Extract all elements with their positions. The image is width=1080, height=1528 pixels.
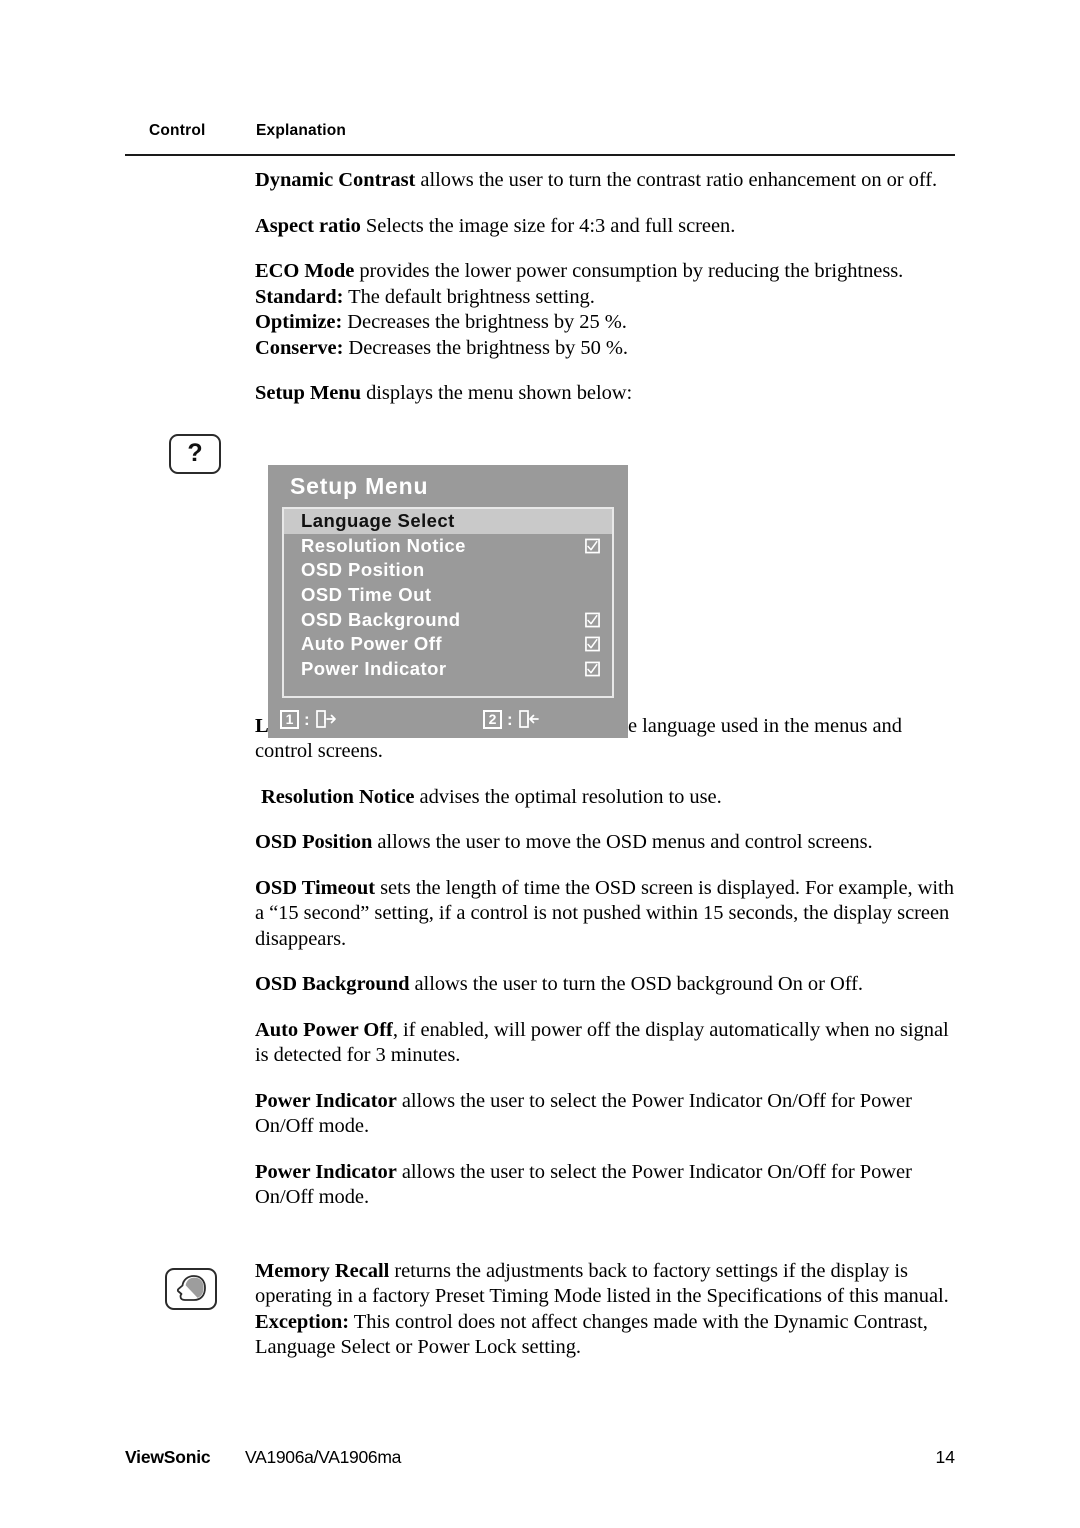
osd-title: Setup Menu bbox=[290, 473, 429, 499]
paragraph-osd-timeout: OSD Timeout sets the length of time the … bbox=[255, 876, 955, 953]
osd-footer-hint: 2: bbox=[483, 706, 540, 732]
memory-head-icon bbox=[165, 1268, 217, 1310]
body-eco-optimize: Decreases the brightness by 25 %. bbox=[342, 311, 627, 333]
document-page: Control Explanation ? Dynamic Contrast a… bbox=[0, 0, 1080, 1528]
lead-eco-conserve: Conserve: bbox=[255, 336, 344, 359]
page-footer: ViewSonic VA1906a/VA1906ma 14 bbox=[125, 1447, 955, 1473]
body-eco-conserve: Decreases the brightness by 50 %. bbox=[343, 336, 629, 359]
paragraph-power-indicator-2: Power Indicator allows the user to selec… bbox=[255, 1160, 955, 1211]
body-dynamic-contrast: allows the user to turn the contrast rat… bbox=[415, 169, 938, 191]
lead-power-indicator-2: Power Indicator bbox=[255, 1160, 397, 1183]
body-memory-exception: This control does not affect changes mad… bbox=[255, 1310, 928, 1359]
lead-memory-exception: Exception: bbox=[255, 1310, 350, 1333]
paragraph-auto-power-off: Auto Power Off, if enabled, will power o… bbox=[255, 1018, 955, 1069]
osd-footer-hint: 1: bbox=[280, 706, 337, 732]
paragraph-dynamic-contrast: Dynamic Contrast allows the user to turn… bbox=[255, 168, 955, 194]
lead-setup-menu: Setup Menu bbox=[255, 382, 362, 404]
lead-memory-recall: Memory Recall bbox=[255, 1259, 390, 1282]
checkbox-checked-icon[interactable] bbox=[585, 661, 600, 677]
checkbox-checked-icon[interactable] bbox=[585, 636, 600, 652]
osd-menu-item[interactable]: Resolution Notice bbox=[284, 534, 612, 559]
paragraph-eco-mode: ECO Mode provides the lower power consum… bbox=[255, 259, 955, 285]
osd-menu-item-label: OSD Background bbox=[301, 608, 461, 630]
body-osd-position: allows the user to move the OSD menus an… bbox=[372, 831, 873, 853]
osd-menu-item[interactable]: Language Select bbox=[284, 509, 612, 534]
osd-setup-menu-graphic: Setup Menu Language Select Resolution Not… bbox=[268, 465, 628, 738]
footer-model: VA1906a/VA1906ma bbox=[245, 1447, 402, 1467]
paragraph-aspect-ratio: Aspect ratio Selects the image size for … bbox=[255, 214, 955, 240]
osd-key-badge[interactable]: 1 bbox=[280, 709, 299, 729]
paragraph-memory-recall: Memory Recall returns the adjustments ba… bbox=[255, 1259, 955, 1310]
checkbox-checked-icon[interactable] bbox=[585, 538, 600, 554]
question-mark-icon: ? bbox=[169, 434, 221, 474]
lead-osd-position: OSD Position bbox=[255, 831, 373, 853]
lead-eco-standard: Standard: bbox=[255, 285, 344, 308]
osd-key-badge[interactable]: 2 bbox=[483, 709, 502, 729]
checkbox-checked-icon[interactable] bbox=[585, 612, 600, 628]
column-header-explanation: Explanation bbox=[256, 122, 347, 139]
osd-key-separator: : bbox=[507, 709, 513, 729]
osd-menu-item-label: OSD Time Out bbox=[301, 584, 432, 606]
osd-menu-item-label: Auto Power Off bbox=[301, 633, 442, 655]
column-header-control: Control bbox=[149, 122, 206, 139]
body-setup-menu: displays the menu shown below: bbox=[361, 382, 633, 404]
osd-menu-item-label: Resolution Notice bbox=[301, 534, 466, 556]
memory-head-glyph bbox=[176, 1275, 206, 1301]
body-resolution-notice: advises the optimal resolution to use. bbox=[414, 785, 722, 808]
osd-key-separator: : bbox=[304, 709, 310, 729]
exit-right-icon bbox=[315, 710, 336, 728]
paragraph-eco-conserve: Conserve: Decreases the brightness by 50… bbox=[255, 336, 955, 362]
lead-dynamic-contrast: Dynamic Contrast bbox=[255, 169, 416, 191]
paragraph-setup-menu: Setup Menu displays the menu shown below… bbox=[255, 381, 955, 407]
footer-brand: ViewSonic bbox=[125, 1447, 211, 1467]
lead-resolution-notice: Resolution Notice bbox=[261, 785, 415, 808]
osd-menu-item[interactable]: Power Indicator bbox=[284, 657, 612, 682]
osd-footer-hints: 1:2: bbox=[280, 706, 616, 732]
lead-eco-optimize: Optimize: bbox=[255, 311, 343, 333]
osd-menu-item[interactable]: Auto Power Off bbox=[284, 632, 612, 657]
lead-power-indicator-1: Power Indicator bbox=[255, 1089, 397, 1112]
explanation-column: Dynamic Contrast allows the user to turn… bbox=[255, 168, 955, 1381]
question-mark-glyph: ? bbox=[187, 439, 203, 467]
lead-osd-background: OSD Background bbox=[255, 973, 410, 995]
osd-menu-list: Language Select Resolution Notice OSD Posi… bbox=[282, 507, 614, 698]
body-aspect-ratio: Selects the image size for 4:3 and full … bbox=[360, 214, 736, 237]
paragraph-eco-standard: Standard: The default brightness setting… bbox=[255, 285, 955, 311]
paragraph-power-indicator-1: Power Indicator allows the user to selec… bbox=[255, 1089, 955, 1140]
paragraph-osd-position: OSD Position allows the user to move the… bbox=[255, 830, 955, 856]
paragraph-resolution-notice: Resolution Notice advises the optimal re… bbox=[255, 785, 955, 811]
paragraph-memory-exception: Exception: This control does not affect … bbox=[255, 1310, 955, 1361]
lead-aspect-ratio: Aspect ratio bbox=[255, 214, 361, 237]
paragraph-eco-optimize: Optimize: Decreases the brightness by 25… bbox=[255, 310, 955, 336]
lead-auto-power-off: Auto Power Off bbox=[255, 1018, 393, 1041]
exit-left-icon bbox=[518, 710, 539, 728]
osd-menu-item[interactable]: OSD Time Out bbox=[284, 583, 612, 608]
osd-menu-item-label: Language Select bbox=[301, 510, 455, 532]
paragraph-osd-background: OSD Background allows the user to turn t… bbox=[255, 972, 955, 998]
osd-menu-item[interactable]: OSD Position bbox=[284, 558, 612, 583]
body-eco-mode: provides the lower power consumption by … bbox=[354, 260, 904, 282]
footer-page-number: 14 bbox=[935, 1447, 955, 1467]
osd-menu-item-label: OSD Position bbox=[301, 559, 425, 581]
body-osd-background: allows the user to turn the OSD backgrou… bbox=[409, 973, 864, 995]
lead-eco-mode: ECO Mode bbox=[255, 260, 355, 282]
osd-menu-item-label: Power Indicator bbox=[301, 657, 447, 679]
osd-menu-item[interactable]: OSD Background bbox=[284, 607, 612, 632]
header-divider-rule bbox=[125, 154, 955, 156]
lead-osd-timeout: OSD Timeout bbox=[255, 876, 376, 899]
body-eco-standard: The default brightness setting. bbox=[343, 285, 595, 308]
